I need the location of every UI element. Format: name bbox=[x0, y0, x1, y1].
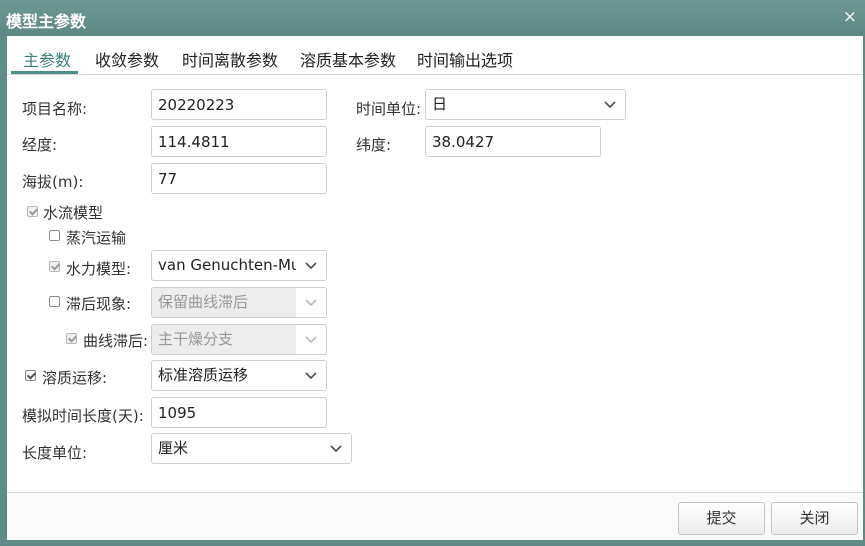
close-button[interactable]: 关闭 bbox=[771, 502, 858, 535]
title-bar: 模型主参数 × bbox=[0, 0, 865, 35]
close-icon[interactable]: × bbox=[843, 7, 857, 27]
hysteresis-select[interactable]: 保留曲线滞后 bbox=[151, 287, 327, 318]
curve-hysteresis-checkbox[interactable] bbox=[66, 333, 77, 344]
solute-transport-value: 标准溶质运移 bbox=[158, 366, 249, 384]
hysteresis-value: 保留曲线滞后 bbox=[158, 293, 249, 311]
dialog-panel: 主参数 收敛参数 时间离散参数 溶质基本参数 时间输出选项 项目名称: 时间单位… bbox=[7, 36, 863, 540]
solute-transport-label: 溶质运移: bbox=[42, 369, 108, 387]
chevron-down-icon bbox=[321, 434, 351, 463]
chevron-down-icon bbox=[296, 325, 326, 354]
altitude-input[interactable] bbox=[151, 163, 327, 194]
time-unit-value: 日 bbox=[432, 95, 448, 113]
hydraulic-model-checkbox[interactable] bbox=[49, 261, 60, 272]
project-name-label: 项目名称: bbox=[22, 100, 88, 118]
hydraulic-model-select[interactable]: van Genuchten-Mua bbox=[151, 250, 327, 281]
curve-hysteresis-label: 曲线滞后: bbox=[83, 332, 149, 350]
sim-time-length-label: 模拟时间长度(天): bbox=[22, 407, 144, 425]
tab-time-discretization[interactable]: 时间离散参数 bbox=[182, 47, 278, 71]
solute-transport-checkbox[interactable] bbox=[25, 370, 36, 381]
longitude-label: 经度: bbox=[22, 136, 58, 154]
water-flow-model-checkbox[interactable] bbox=[27, 206, 38, 217]
chevron-down-icon bbox=[595, 90, 625, 119]
altitude-label: 海拔(m): bbox=[22, 173, 84, 191]
curve-hysteresis-select[interactable]: 主干燥分支 bbox=[151, 324, 327, 355]
latitude-input[interactable] bbox=[425, 126, 601, 157]
solute-transport-select[interactable]: 标准溶质运移 bbox=[151, 360, 327, 391]
time-unit-select[interactable]: 日 bbox=[425, 89, 626, 120]
sim-time-length-input[interactable] bbox=[151, 397, 327, 428]
tab-convergence-params[interactable]: 收敛参数 bbox=[95, 47, 159, 71]
tab-solute-basic[interactable]: 溶质基本参数 bbox=[300, 47, 396, 71]
chevron-down-icon bbox=[296, 288, 326, 317]
vapor-transport-label: 蒸汽运输 bbox=[66, 229, 127, 247]
length-unit-value: 厘米 bbox=[158, 439, 189, 457]
window-title: 模型主参数 bbox=[6, 12, 87, 31]
tab-main-params[interactable]: 主参数 bbox=[23, 47, 71, 71]
latitude-label: 纬度: bbox=[356, 136, 392, 154]
hydraulic-model-label: 水力模型: bbox=[66, 260, 132, 278]
active-tab-indicator bbox=[11, 71, 78, 74]
vapor-transport-checkbox[interactable] bbox=[49, 230, 60, 241]
time-unit-label: 时间单位: bbox=[356, 100, 422, 118]
submit-button[interactable]: 提交 bbox=[678, 502, 765, 535]
chevron-down-icon bbox=[296, 251, 326, 280]
hysteresis-label: 滞后现象: bbox=[66, 295, 132, 313]
chevron-down-icon bbox=[296, 361, 326, 390]
tab-time-output[interactable]: 时间输出选项 bbox=[417, 47, 513, 71]
tab-bar: 主参数 收敛参数 时间离散参数 溶质基本参数 时间输出选项 bbox=[7, 36, 863, 75]
length-unit-label: 长度单位: bbox=[22, 444, 88, 462]
dialog-footer: 提交 关闭 bbox=[7, 492, 863, 540]
project-name-input[interactable] bbox=[151, 89, 327, 120]
curve-hysteresis-value: 主干燥分支 bbox=[158, 330, 234, 348]
hydraulic-model-value: van Genuchten-Mua bbox=[158, 256, 310, 274]
water-flow-model-label: 水流模型 bbox=[43, 204, 104, 222]
hysteresis-checkbox[interactable] bbox=[49, 296, 60, 307]
longitude-input[interactable] bbox=[151, 126, 327, 157]
length-unit-select[interactable]: 厘米 bbox=[151, 433, 352, 464]
